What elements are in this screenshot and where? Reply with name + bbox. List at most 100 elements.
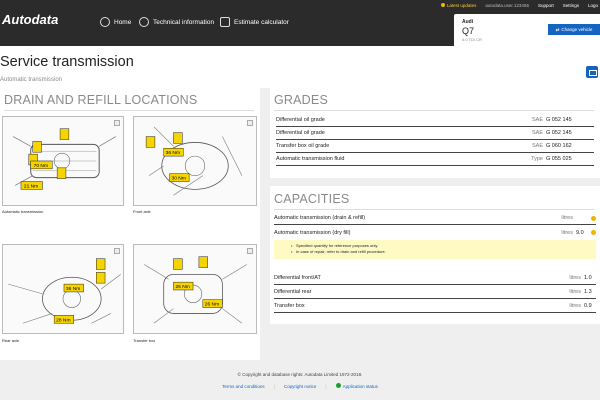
vehicle-engine: 4.0 TDI CR <box>462 37 482 42</box>
footer-copyright: © Copyright and database rights: Autodat… <box>237 372 363 377</box>
diagram-caption: Front axle <box>133 209 151 214</box>
zoom-icon[interactable] <box>247 248 253 254</box>
capacity-row: Differential front/AT litres 1.0 <box>274 272 596 285</box>
logout-link[interactable]: Logo <box>588 3 598 8</box>
grade-value: G 055 025 <box>546 156 572 162</box>
torque-label-21: 21 Nm <box>24 183 38 189</box>
grades-title: GRADES <box>274 93 328 107</box>
diagram-automatic-transmission[interactable]: 70 Nm 21 Nm <box>2 116 124 206</box>
capacity-unit: litres <box>561 215 573 221</box>
grade-value: G 052 145 <box>546 117 572 123</box>
capacity-unit: litres <box>569 275 581 281</box>
capacity-row: Automatic transmission (dry fill) litres… <box>274 226 596 239</box>
capacity-unit: litres <box>569 289 581 295</box>
grade-label: Automatic transmission fluid <box>276 156 345 162</box>
capacity-unit: litres <box>561 229 573 236</box>
account-link[interactable]: autodata.user.123456 <box>485 3 529 8</box>
divider <box>274 209 594 210</box>
page-header: Service transmission Automatic transmiss… <box>0 46 600 88</box>
separator: | <box>325 383 327 389</box>
diagram-caption: Transfer box <box>133 338 156 343</box>
torque-label-36: 36 Nm <box>166 150 180 156</box>
rear-axle-illustration: 36 Nm 28 Nm <box>8 258 121 324</box>
transmission-illustration: 70 Nm 21 Nm <box>12 128 116 190</box>
diagram-front-axle[interactable]: 36 Nm 30 Nm <box>133 116 257 206</box>
capacity-value: 1.0 <box>584 275 592 281</box>
nav-estimate-calculator[interactable]: Estimate calculator <box>220 17 289 27</box>
divider <box>4 110 254 111</box>
grade-unit: Type <box>531 156 543 162</box>
home-icon <box>100 17 110 27</box>
application-status-link[interactable]: Application status <box>335 383 378 389</box>
capacities-panel: CAPACITIES Automatic transmission (drain… <box>270 186 600 324</box>
capacity-row: Differential rear litres 1.3 <box>274 286 596 299</box>
terms-link[interactable]: Terms and conditions <box>222 384 265 389</box>
capacity-label: Differential front/AT <box>274 275 321 281</box>
capacity-value: 0.9 <box>584 303 592 309</box>
note-item: In case of repair, refer to drain and re… <box>291 249 596 255</box>
torque-label-36: 36 Nm <box>66 286 80 292</box>
settings-link[interactable]: Settings <box>563 3 579 8</box>
page-subtitle: Automatic transmission <box>0 77 63 83</box>
capacity-label: Automatic transmission (dry fill) <box>274 229 351 236</box>
front-axle-illustration: 36 Nm 30 Nm <box>145 126 243 196</box>
capacity-row: Automatic transmission (drain & refill) … <box>274 212 596 225</box>
change-vehicle-label: Change vehicle <box>561 27 593 32</box>
separator: | <box>273 383 275 389</box>
info-icon[interactable] <box>591 215 596 221</box>
zoom-icon[interactable] <box>114 120 120 126</box>
grade-row: Automatic transmission fluid Type G 055 … <box>276 153 594 166</box>
diagram-caption: Automatic transmission <box>2 209 44 214</box>
utility-links: Latest updates autodata.user.123456 Supp… <box>440 3 598 8</box>
capacity-label: Transfer box <box>274 303 305 309</box>
zoom-icon[interactable] <box>114 248 120 254</box>
copyright-notice-link[interactable]: Copyright notice <box>284 384 317 389</box>
transfer-box-illustration: 26 Nm 26 Nm <box>144 256 247 324</box>
zoom-icon[interactable] <box>247 120 253 126</box>
print-icon[interactable] <box>586 66 598 78</box>
diagram-transfer-box[interactable]: 26 Nm 26 Nm <box>133 244 257 334</box>
swap-icon: ⇄ <box>555 26 560 32</box>
vehicle-card: Audi Q7 4.0 TDI CR ⇄ Change vehicle <box>454 14 600 50</box>
capacity-unit: litres <box>569 303 581 309</box>
support-link[interactable]: Support <box>538 3 554 8</box>
nav-technical-label: Technical information <box>153 18 215 26</box>
grade-row: Transfer box oil grade SAE G 060 162 <box>276 140 594 153</box>
torque-label-26: 26 Nm <box>205 302 219 308</box>
torque-label-30: 30 Nm <box>172 176 186 182</box>
status-dot-icon <box>335 383 341 388</box>
info-icon[interactable] <box>591 230 596 235</box>
nav-estimate-label: Estimate calculator <box>234 18 289 26</box>
latest-updates-link[interactable]: Latest updates <box>440 3 476 8</box>
torque-label-28: 28 Nm <box>56 317 70 323</box>
capacity-label: Automatic transmission (drain & refill) <box>274 215 366 221</box>
capacity-row: Transfer box litres 0.9 <box>274 300 596 313</box>
grade-label: Differential oil grade <box>276 117 325 123</box>
torque-label-26: 26 Nm <box>175 284 189 290</box>
nav-home-label: Home <box>114 18 132 26</box>
wrench-icon <box>139 17 149 27</box>
change-vehicle-button[interactable]: ⇄ Change vehicle <box>548 24 600 35</box>
drain-refill-panel: DRAIN AND REFILL LOCATIONS 70 Nm 21 Nm A… <box>0 88 260 360</box>
grade-value: G 052 145 <box>546 130 572 136</box>
capacity-value: 9.0 <box>576 229 584 236</box>
calculator-icon <box>220 17 230 27</box>
capacity-note: Specified quantity for reference purpose… <box>274 240 596 259</box>
nav-home[interactable]: Home <box>100 17 131 27</box>
grade-row: Differential oil grade SAE G 052 145 <box>276 127 594 140</box>
drain-panel-title: DRAIN AND REFILL LOCATIONS <box>4 93 198 107</box>
grades-panel: GRADES Differential oil grade SAE G 052 … <box>270 88 600 178</box>
page-title: Service transmission <box>0 54 134 70</box>
grade-unit: SAE <box>531 117 543 123</box>
nav-technical-information[interactable]: Technical information <box>139 17 214 27</box>
grade-value: G 060 162 <box>546 143 572 149</box>
diagram-rear-axle[interactable]: 36 Nm 28 Nm <box>2 244 124 334</box>
divider <box>274 110 594 111</box>
grade-label: Differential oil grade <box>276 130 325 136</box>
autodata-logo[interactable]: Autodata <box>2 12 58 27</box>
capacity-label: Differential rear <box>274 289 312 295</box>
vehicle-make: Audi <box>462 19 474 25</box>
diagram-caption: Rear axle <box>2 338 20 343</box>
footer-links: Terms and conditions | Copyright notice … <box>0 383 600 389</box>
grade-unit: SAE <box>531 130 543 136</box>
